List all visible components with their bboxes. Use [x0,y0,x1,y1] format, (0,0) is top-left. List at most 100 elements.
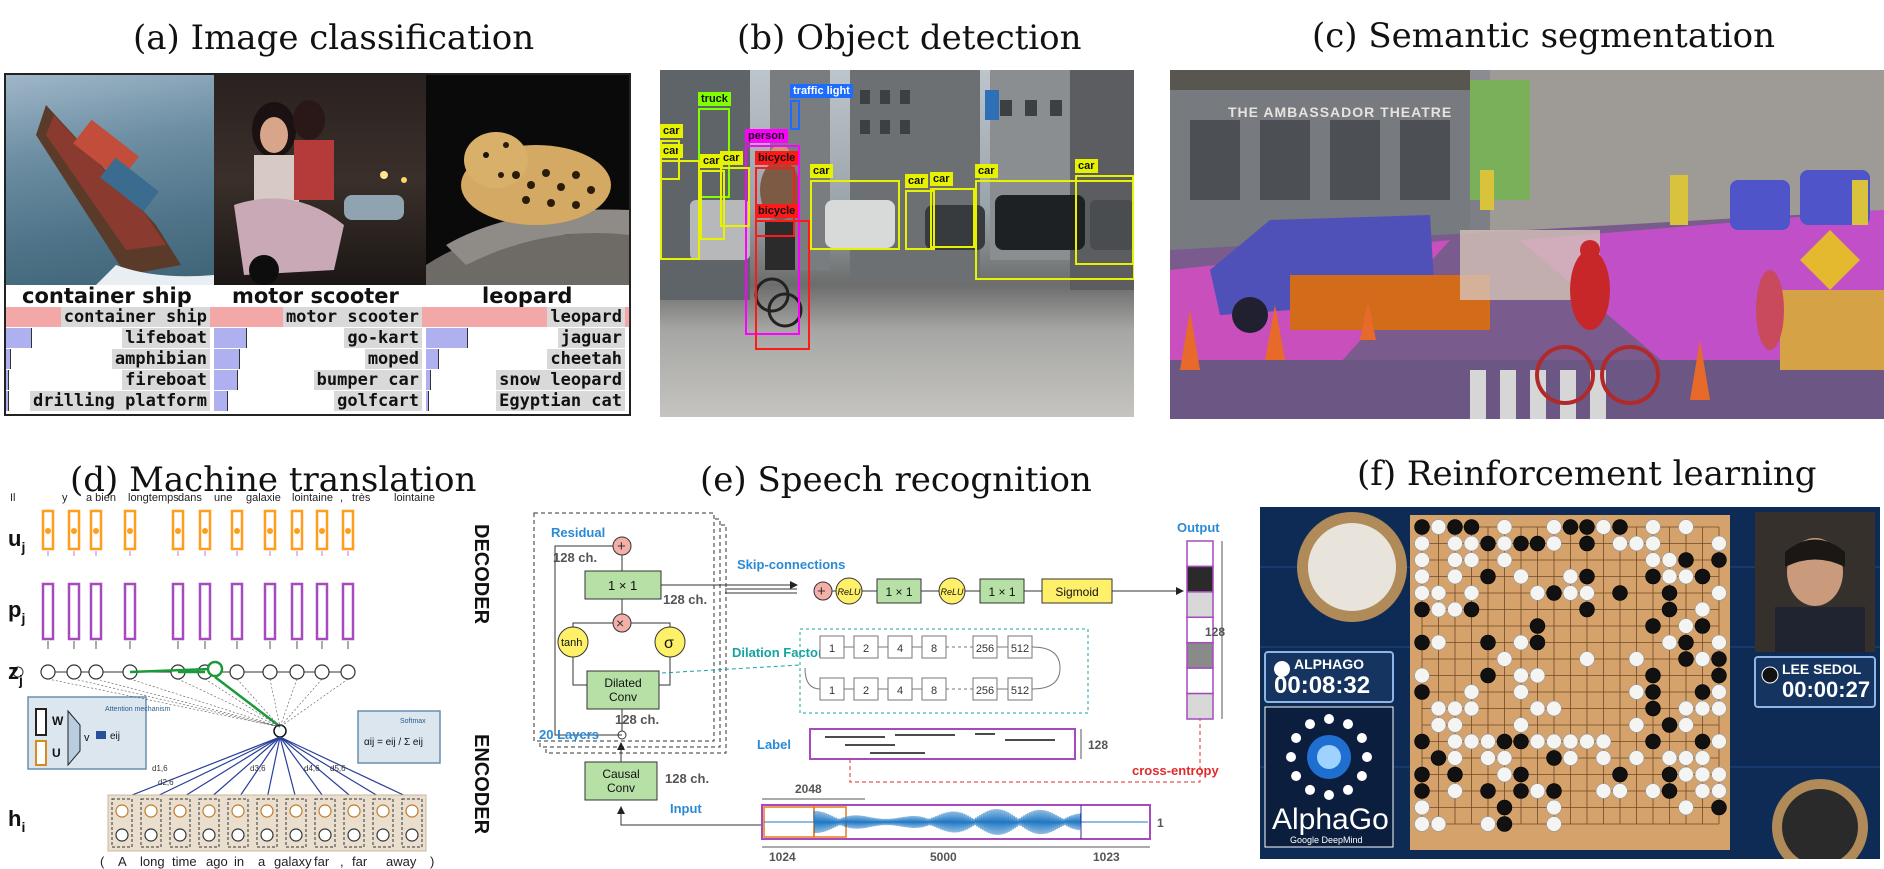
go-stone [1579,568,1595,585]
dim-1023: 1023 [1093,850,1120,864]
alphago-time: 00:08:32 [1274,672,1371,699]
go-stone [1645,618,1661,634]
go-stone [1661,601,1678,618]
go-stone [1430,816,1447,832]
u-dot [175,528,181,534]
go-stone [1694,766,1711,783]
ch-label-4: 128 ch. [665,771,709,786]
source-word: ( [100,854,105,869]
detection-label: traffic light [790,84,853,98]
go-stone [1612,519,1628,535]
dilation-value: 8 [931,685,937,697]
go-stone [1546,799,1562,816]
detection-box [660,140,680,180]
go-stone [1546,700,1562,717]
p-cell [230,582,244,641]
go-stone [1430,519,1447,535]
chain-label: 1 × 1 [988,585,1015,599]
decoder-columns [12,509,356,726]
residual-label: Residual [551,525,605,540]
prediction-label: jaguar [557,328,625,348]
prediction-row: go-kart [214,328,426,348]
dilation-value: 2 [863,685,869,697]
go-stone [1546,733,1562,750]
detection-label: car [930,172,953,186]
go-stone [1480,816,1496,832]
relu-label: ReLU [837,587,861,597]
go-stone [1694,783,1711,799]
prediction-row: moped [214,349,426,369]
lee-time: 00:00:27 [1782,677,1871,702]
prediction-row: amphibian [6,349,214,369]
go-stone [1463,700,1480,717]
z-node [229,664,245,680]
go-stone [1496,519,1513,535]
alphago-logo-sub: Google DeepMind [1290,835,1363,845]
output-chain: ReLU 1 × 1 ReLU 1 × 1 Sigmoid [832,577,1184,605]
go-stone [1447,700,1463,717]
go-stone [1414,684,1430,700]
source-word: a [258,854,266,869]
target-word: a bien [86,492,116,504]
dilation-rows: 1 2 4 8 256 512 1 2 4 8 256 512 [804,635,1061,701]
go-stone [1463,733,1480,750]
go-stone [1513,717,1529,733]
go-stone [1447,783,1463,799]
leopard-illustration [426,132,629,285]
go-stone [1430,700,1447,717]
prediction-bar [426,349,440,369]
go-stone [1430,717,1447,733]
prediction-bar [214,391,228,411]
translation-diagram: Il y a bien longtemps dans une galaxie lointain… [8,492,492,869]
title-semantic-segmentation: (c) Semantic segmentation [1312,16,1776,56]
target-word: dans [178,492,202,504]
speech-diagram: Residual 128 ch. + 1 × 1 128 ch. × tanh … [533,512,1225,864]
go-stone [1513,733,1529,750]
detection-box [1075,175,1134,265]
chain-label: Sigmoid [1055,585,1098,599]
go-stone [1711,667,1727,684]
go-stone [1430,634,1447,651]
go-stone [1414,634,1430,651]
go-stone [1496,799,1513,816]
prediction-row: Egyptian cat [426,391,629,411]
detection-label: car [660,124,683,138]
go-stone [1480,667,1496,684]
go-stone [1645,733,1661,750]
softmax-label: Softmax [400,718,426,725]
prediction-bar [214,328,247,348]
go-stone [1645,535,1661,552]
attention-label: Attention mechanism [105,706,171,713]
encoder-block [107,794,427,852]
tanh-label: tanh [561,637,582,649]
go-stone [1612,766,1628,783]
detection-box [810,180,900,250]
go-stone [1694,651,1711,667]
go-stone [1694,568,1711,585]
go-stone [1496,816,1513,832]
go-stone [1414,585,1430,601]
p-cell [171,582,185,641]
prediction-label: lifeboat [122,328,210,348]
lee-name: LEE SEDOL [1782,661,1862,677]
photo-motor-scooter [214,75,426,285]
detection-boxes: truck traffic light person bicycle bicycle ca… [660,70,1134,417]
dilation-value: 256 [976,643,994,655]
go-stone [1414,816,1430,832]
go-stone [1678,634,1694,651]
go-stone [1645,667,1661,684]
go-stone [1694,601,1711,618]
label-text: Label [757,737,791,752]
title-reinforcement-learning: (f) Reinforcement learning [1357,454,1817,494]
skip-label: Skip-connections [737,557,845,572]
output-cell [1186,540,1214,568]
distance-label: d4,6 [304,764,320,773]
go-stone [1513,634,1529,651]
layers-label: 20 Layers [539,727,599,742]
go-stone [1661,585,1678,601]
go-stone [1529,733,1546,750]
dilation-value: 8 [931,643,937,655]
classification-panel: container ship motor scooter leopard con… [4,73,631,416]
target-word: y [62,492,68,504]
go-stone [1678,568,1694,585]
